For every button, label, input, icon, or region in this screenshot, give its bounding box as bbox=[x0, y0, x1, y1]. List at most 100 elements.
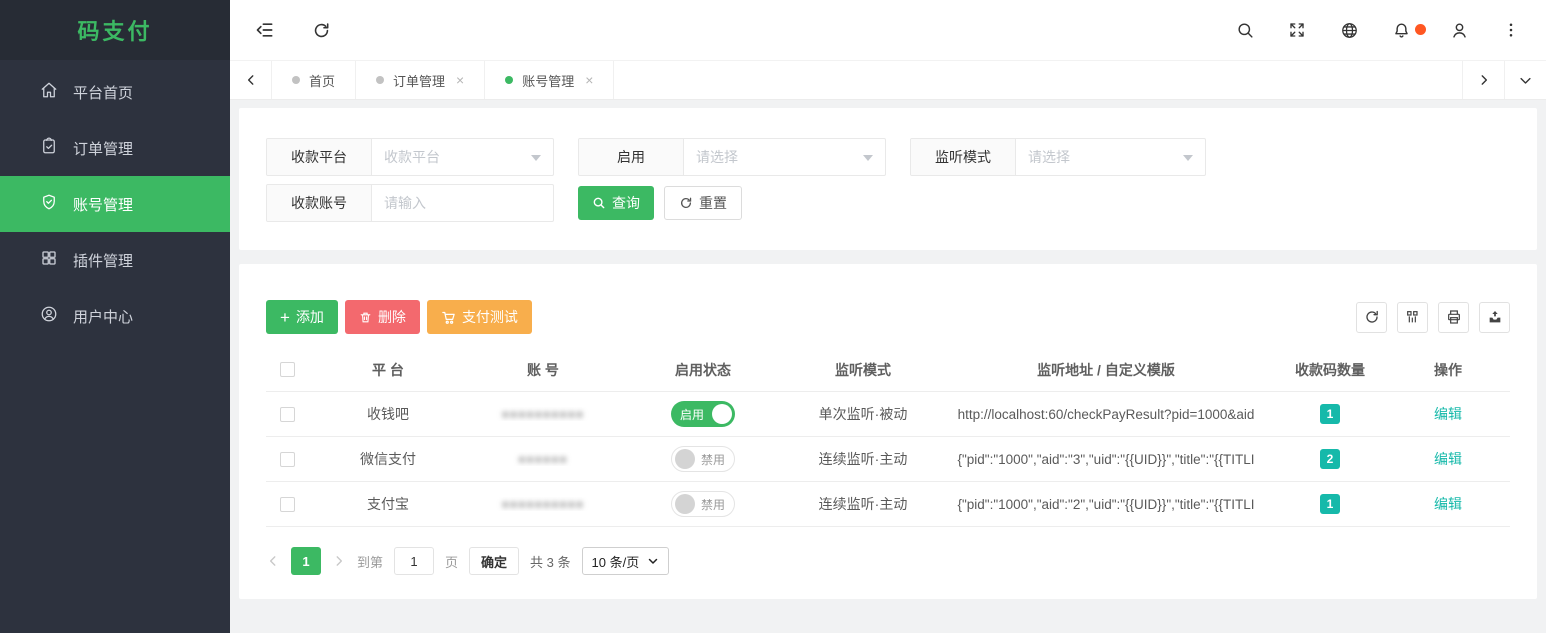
sidebar-item-user-center[interactable]: 用户中心 bbox=[0, 288, 230, 344]
fullscreen-icon[interactable] bbox=[1286, 19, 1308, 41]
more-vertical-icon[interactable] bbox=[1500, 19, 1522, 41]
bell-icon[interactable] bbox=[1390, 19, 1412, 41]
accounts-table-panel: + 添加 删除 支付测试 bbox=[239, 264, 1537, 599]
col-status: 启用状态 bbox=[618, 360, 788, 380]
export-icon[interactable] bbox=[1479, 302, 1510, 333]
goto-page-input[interactable] bbox=[394, 547, 434, 575]
status-toggle[interactable]: 禁用 bbox=[671, 446, 735, 472]
edit-link[interactable]: 编辑 bbox=[1434, 449, 1462, 469]
app-logo: 码支付 bbox=[0, 0, 230, 60]
tab-close-icon[interactable]: × bbox=[456, 72, 464, 88]
row-address: http://localhost:60/checkPayResult?pid=1… bbox=[938, 407, 1274, 422]
plus-icon: + bbox=[280, 309, 290, 326]
sidebar-item-home[interactable]: 平台首页 bbox=[0, 64, 230, 120]
globe-icon[interactable] bbox=[1338, 19, 1360, 41]
sidebar-item-accounts[interactable]: 账号管理 bbox=[0, 176, 230, 232]
table-header-row: 平 台 账 号 启用状态 监听模式 监听地址 / 自定义模版 收款码数量 操作 bbox=[266, 348, 1510, 392]
row-account-masked: ●●●●●●●●●● bbox=[502, 407, 584, 421]
filter-enabled: 启用 bbox=[578, 138, 886, 176]
pagination: 1 到第 页 确定 共 3 条 10 条/页 bbox=[266, 547, 1510, 575]
col-address: 监听地址 / 自定义模版 bbox=[938, 360, 1274, 380]
enabled-select-input[interactable] bbox=[684, 139, 885, 175]
tab-orders[interactable]: 订单管理 × bbox=[356, 61, 485, 99]
sidebar-item-plugins[interactable]: 插件管理 bbox=[0, 232, 230, 288]
row-account-masked: ●●●●●● bbox=[518, 452, 568, 466]
tab-accounts[interactable]: 账号管理 × bbox=[485, 61, 614, 99]
qr-count-badge[interactable]: 2 bbox=[1320, 449, 1340, 469]
edit-link[interactable]: 编辑 bbox=[1434, 494, 1462, 514]
platform-select[interactable] bbox=[372, 139, 553, 175]
row-platform: 微信支付 bbox=[308, 449, 468, 469]
filter-panel: 收款平台 启用 监听模式 bbox=[239, 108, 1537, 250]
row-platform: 收钱吧 bbox=[308, 404, 468, 424]
enabled-select[interactable] bbox=[684, 139, 885, 175]
search-button[interactable]: 查询 bbox=[578, 186, 654, 220]
search-icon[interactable] bbox=[1234, 19, 1256, 41]
tab-home[interactable]: 首页 bbox=[272, 61, 356, 99]
pay-test-button[interactable]: 支付测试 bbox=[427, 300, 532, 334]
total-count: 共 3 条 bbox=[530, 552, 570, 571]
sidebar-item-label: 平台首页 bbox=[73, 82, 133, 103]
tab-label: 订单管理 bbox=[393, 71, 445, 90]
page-size-select[interactable]: 10 条/页 bbox=[582, 547, 670, 575]
print-icon[interactable] bbox=[1438, 302, 1469, 333]
tabs-scroll-right-icon[interactable] bbox=[1462, 61, 1504, 99]
table-refresh-icon[interactable] bbox=[1356, 302, 1387, 333]
filter-listen-mode-label: 监听模式 bbox=[911, 139, 1016, 175]
listen-mode-select-input[interactable] bbox=[1016, 139, 1205, 175]
filter-enabled-label: 启用 bbox=[579, 139, 684, 175]
filter-platform: 收款平台 bbox=[266, 138, 554, 176]
platform-select-input[interactable] bbox=[372, 139, 553, 175]
cart-icon bbox=[441, 310, 456, 325]
sidebar-item-label: 插件管理 bbox=[73, 250, 133, 271]
table-toolbar: + 添加 删除 支付测试 bbox=[266, 300, 1510, 334]
refresh-icon[interactable] bbox=[310, 19, 332, 41]
home-icon bbox=[40, 81, 58, 103]
listen-mode-select[interactable] bbox=[1016, 139, 1205, 175]
delete-button[interactable]: 删除 bbox=[345, 300, 420, 334]
tab-close-icon[interactable]: × bbox=[585, 72, 593, 88]
menu-fold-icon[interactable] bbox=[254, 19, 276, 41]
user-icon[interactable] bbox=[1448, 19, 1470, 41]
prev-page-icon[interactable] bbox=[266, 554, 280, 568]
row-checkbox[interactable] bbox=[280, 497, 295, 512]
row-account-masked: ●●●●●●●●●● bbox=[502, 497, 584, 511]
sidebar-item-orders[interactable]: 订单管理 bbox=[0, 120, 230, 176]
top-bar bbox=[230, 0, 1546, 60]
sidebar-item-label: 订单管理 bbox=[73, 138, 133, 159]
row-address: {"pid":"1000","aid":"3","uid":"{{UID}}",… bbox=[938, 452, 1274, 467]
qr-count-badge[interactable]: 1 bbox=[1320, 494, 1340, 514]
qr-count-badge[interactable]: 1 bbox=[1320, 404, 1340, 424]
order-icon bbox=[40, 137, 58, 159]
toggle-knob bbox=[675, 449, 695, 469]
current-page-button[interactable]: 1 bbox=[291, 547, 321, 575]
status-toggle[interactable]: 禁用 bbox=[671, 491, 735, 517]
page-content: 收款平台 启用 监听模式 bbox=[230, 100, 1546, 633]
tab-dot bbox=[376, 76, 384, 84]
edit-link[interactable]: 编辑 bbox=[1434, 404, 1462, 424]
row-checkbox[interactable] bbox=[280, 452, 295, 467]
tab-label: 首页 bbox=[309, 71, 335, 90]
reset-button[interactable]: 重置 bbox=[664, 186, 742, 220]
add-button[interactable]: + 添加 bbox=[266, 300, 338, 334]
account-input[interactable] bbox=[372, 185, 553, 221]
status-toggle[interactable]: 启用 bbox=[671, 401, 735, 427]
goto-prefix: 到第 bbox=[357, 552, 383, 571]
shield-check-icon bbox=[40, 193, 58, 215]
col-account: 账 号 bbox=[468, 360, 618, 380]
row-platform: 支付宝 bbox=[308, 494, 468, 514]
tab-spacer bbox=[614, 61, 1462, 99]
row-checkbox[interactable] bbox=[280, 407, 295, 422]
tab-label: 账号管理 bbox=[522, 71, 574, 90]
tab-dot bbox=[505, 76, 513, 84]
columns-icon[interactable] bbox=[1397, 302, 1428, 333]
tabs-menu-chevron-down-icon[interactable] bbox=[1504, 61, 1546, 99]
tabs-scroll-left-icon[interactable] bbox=[230, 61, 272, 99]
chevron-down-icon bbox=[647, 555, 659, 567]
filter-account-label: 收款账号 bbox=[267, 185, 372, 221]
table-row: 收钱吧 ●●●●●●●●●● 启用 单次监听·被动 http://localho… bbox=[266, 392, 1510, 437]
goto-suffix: 页 bbox=[445, 552, 458, 571]
goto-confirm-button[interactable]: 确定 bbox=[469, 547, 519, 575]
next-page-icon[interactable] bbox=[332, 554, 346, 568]
select-all-checkbox[interactable] bbox=[280, 362, 295, 377]
